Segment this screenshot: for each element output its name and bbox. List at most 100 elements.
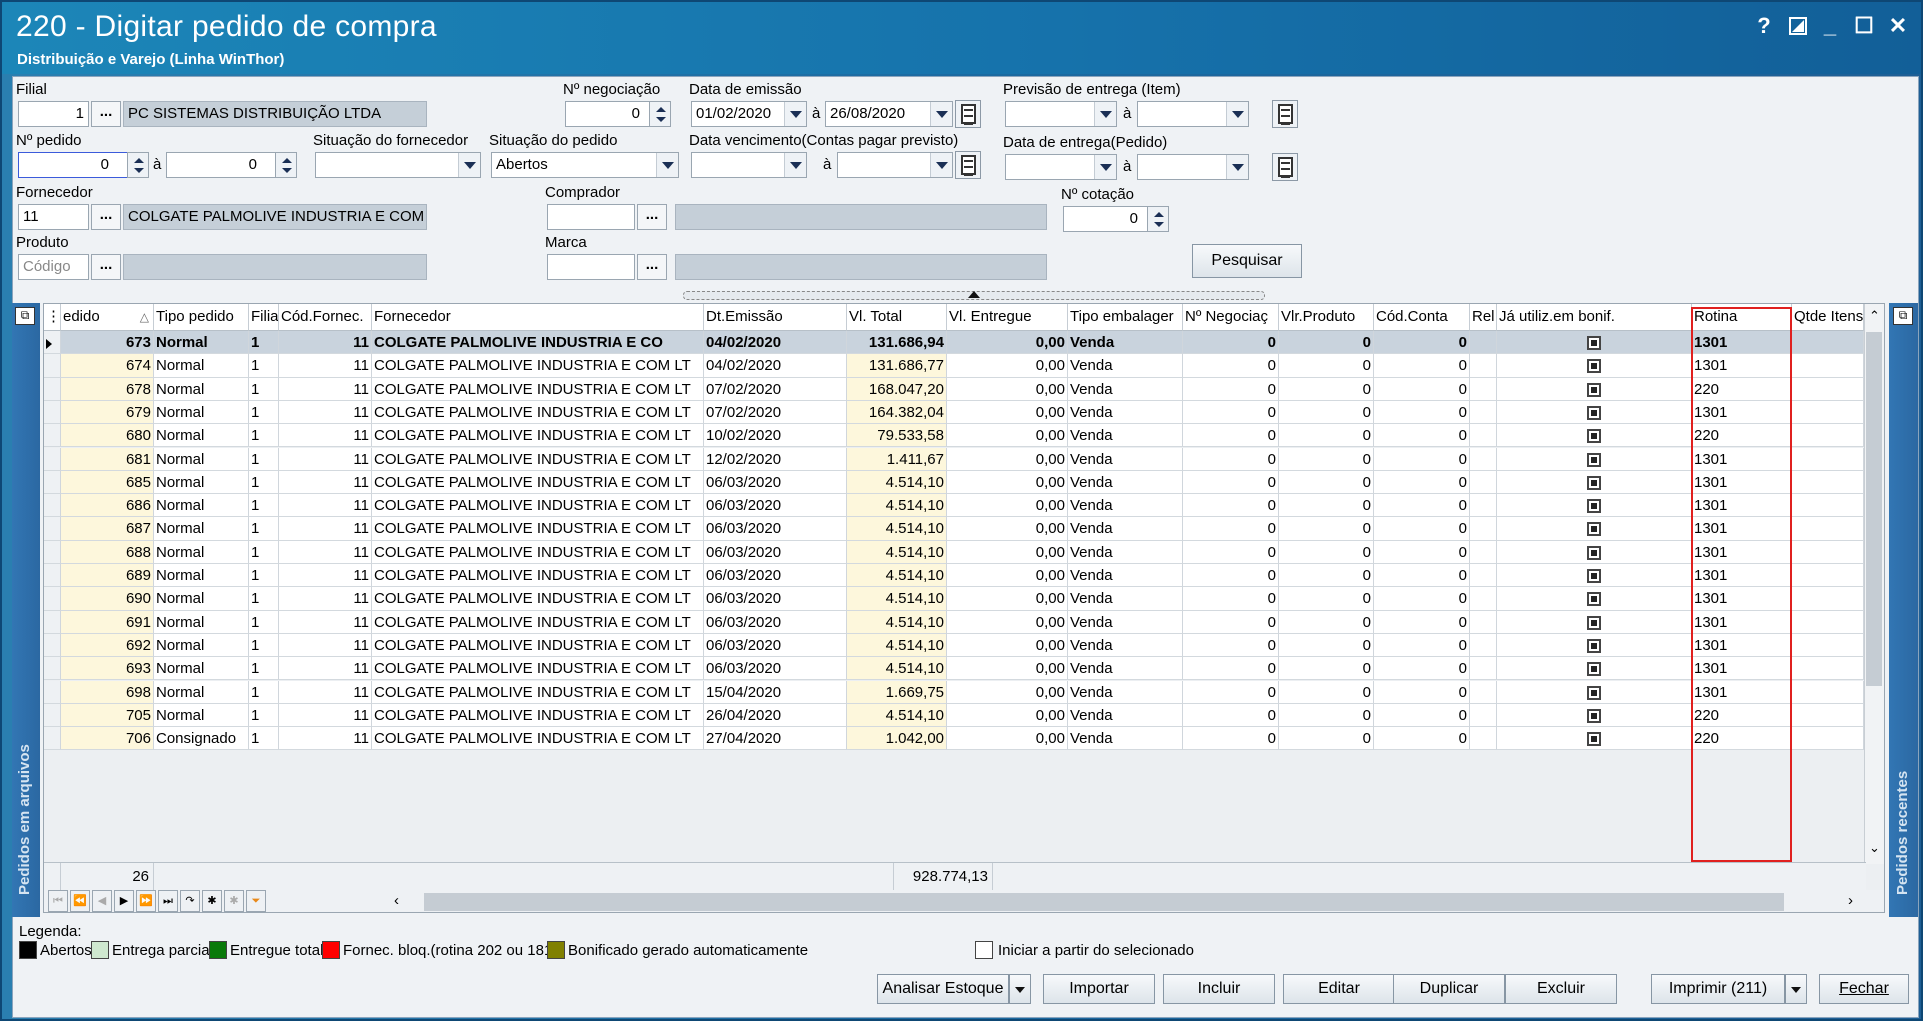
cell-vl-total[interactable]: 4.514,10 xyxy=(847,587,947,611)
cell-pedido[interactable]: 705 xyxy=(61,703,154,728)
cell-pedido[interactable]: 690 xyxy=(61,587,154,611)
bonif-checkbox[interactable] xyxy=(1587,452,1601,467)
cell-vl-total[interactable]: 4.514,10 xyxy=(847,540,947,564)
cell-negociacao[interactable]: 0 xyxy=(1183,447,1279,471)
cell-vl-total[interactable]: 4.514,10 xyxy=(847,564,947,588)
cell-tipo-pedido[interactable]: Normal xyxy=(154,400,249,425)
cell-cod-fornec[interactable]: 11 xyxy=(279,610,372,634)
last-record-button[interactable]: ⏭ xyxy=(158,890,178,912)
cell-dt-emissao[interactable]: 06/03/2020 xyxy=(704,564,847,588)
cell-qtde-itens[interactable] xyxy=(1792,540,1864,564)
cell-vl-entregue[interactable]: 0,00 xyxy=(947,587,1068,611)
cell-dt-emissao[interactable]: 07/02/2020 xyxy=(704,377,847,401)
cell-rel[interactable] xyxy=(1470,727,1497,751)
cell-tipo-pedido[interactable]: Normal xyxy=(154,354,249,378)
right-side-panel[interactable]: ⧉ Pedidos recentes xyxy=(1889,303,1918,917)
marca-lookup-button[interactable]: ... xyxy=(637,254,667,280)
cell-rel[interactable] xyxy=(1470,540,1497,564)
cell-filial[interactable]: 1 xyxy=(249,610,279,634)
cell-vl-total[interactable]: 79.533,58 xyxy=(847,424,947,448)
cell-vl-total[interactable]: 164.382,04 xyxy=(847,400,947,425)
header-col-negociacao[interactable]: Nº Negociaç xyxy=(1183,304,1279,331)
cell-rotina[interactable]: 1301 xyxy=(1692,470,1792,495)
header-col-tipo-embalagem[interactable]: Tipo embalager xyxy=(1068,304,1183,331)
cell-ja-utiliz-bonif[interactable] xyxy=(1497,424,1692,448)
cell-ja-utiliz-bonif[interactable] xyxy=(1497,703,1692,728)
cell-qtde-itens[interactable] xyxy=(1792,703,1864,728)
cell-filial[interactable]: 1 xyxy=(249,424,279,448)
cell-vl-entregue[interactable]: 0,00 xyxy=(947,564,1068,588)
cell-tipo-embalagem[interactable]: Venda xyxy=(1068,447,1183,471)
cell-cod-fornec[interactable]: 11 xyxy=(279,517,372,541)
row-indicator[interactable] xyxy=(44,400,61,425)
row-indicator[interactable] xyxy=(44,447,61,471)
row-indicator[interactable] xyxy=(44,470,61,495)
cell-vl-entregue[interactable]: 0,00 xyxy=(947,727,1068,751)
cell-dt-emissao[interactable]: 06/03/2020 xyxy=(704,540,847,564)
cell-rel[interactable] xyxy=(1470,587,1497,611)
cell-fornecedor[interactable]: COLGATE PALMOLIVE INDUSTRIA E COM LT xyxy=(372,633,704,658)
cell-rel[interactable] xyxy=(1470,703,1497,728)
cell-ja-utiliz-bonif[interactable] xyxy=(1497,400,1692,425)
cell-vl-total[interactable]: 4.514,10 xyxy=(847,470,947,495)
cell-filial[interactable]: 1 xyxy=(249,657,279,681)
cell-pedido[interactable]: 692 xyxy=(61,633,154,658)
cell-ja-utiliz-bonif[interactable] xyxy=(1497,633,1692,658)
next-page-button[interactable]: ⏩ xyxy=(136,890,156,912)
minimize-button[interactable]: _ xyxy=(1816,12,1844,40)
cell-dt-emissao[interactable]: 26/04/2020 xyxy=(704,703,847,728)
cell-tipo-pedido[interactable]: Normal xyxy=(154,680,249,704)
pedidos-arquivos-tab[interactable]: Pedidos em arquivos xyxy=(16,744,33,895)
cell-negociacao[interactable]: 0 xyxy=(1183,727,1279,751)
cell-vl-total[interactable]: 4.514,10 xyxy=(847,610,947,634)
cell-ja-utiliz-bonif[interactable] xyxy=(1497,447,1692,471)
cell-fornecedor[interactable]: COLGATE PALMOLIVE INDUSTRIA E CO xyxy=(372,331,704,355)
cell-cod-conta[interactable]: 0 xyxy=(1374,564,1470,588)
calendar-icon[interactable] xyxy=(955,100,981,128)
cell-filial[interactable]: 1 xyxy=(249,494,279,518)
cell-fornecedor[interactable]: COLGATE PALMOLIVE INDUSTRIA E COM LT xyxy=(372,727,704,751)
cell-filial[interactable]: 1 xyxy=(249,564,279,588)
scroll-thumb[interactable] xyxy=(1866,332,1882,686)
imprimir-button[interactable]: Imprimir (211) xyxy=(1651,974,1785,1004)
cell-pedido[interactable]: 687 xyxy=(61,517,154,541)
cell-qtde-itens[interactable] xyxy=(1792,447,1864,471)
cell-rotina[interactable]: 1301 xyxy=(1692,657,1792,681)
cell-tipo-pedido[interactable]: Normal xyxy=(154,424,249,448)
pin-icon[interactable]: ⧉ xyxy=(15,307,35,325)
cell-negociacao[interactable]: 0 xyxy=(1183,517,1279,541)
cell-vlr-produto[interactable]: 0 xyxy=(1279,424,1374,448)
iniciar-checkbox[interactable] xyxy=(975,941,993,959)
pedido-to-input[interactable]: 0 xyxy=(166,152,284,178)
cell-ja-utiliz-bonif[interactable] xyxy=(1497,354,1692,378)
cell-tipo-pedido[interactable]: Normal xyxy=(154,540,249,564)
cell-dt-emissao[interactable]: 07/02/2020 xyxy=(704,400,847,425)
insert-icon[interactable]: ✱ xyxy=(202,890,222,912)
cell-vl-entregue[interactable]: 0,00 xyxy=(947,657,1068,681)
cell-vlr-produto[interactable]: 0 xyxy=(1279,470,1374,495)
fornecedor-code-input[interactable]: 11 xyxy=(18,204,89,230)
cell-vl-entregue[interactable]: 0,00 xyxy=(947,517,1068,541)
cell-tipo-embalagem[interactable]: Venda xyxy=(1068,377,1183,401)
bonif-checkbox[interactable] xyxy=(1587,359,1601,374)
cell-vl-total[interactable]: 1.411,67 xyxy=(847,447,947,471)
cell-cod-conta[interactable]: 0 xyxy=(1374,727,1470,751)
cell-rel[interactable] xyxy=(1470,494,1497,518)
cell-ja-utiliz-bonif[interactable] xyxy=(1497,331,1692,355)
cell-qtde-itens[interactable] xyxy=(1792,424,1864,448)
cell-qtde-itens[interactable] xyxy=(1792,470,1864,495)
prior-record-button[interactable]: ◀ xyxy=(92,890,112,912)
header-col-vl-total[interactable]: Vl. Total xyxy=(847,304,947,331)
pedido-to-spinner[interactable] xyxy=(275,152,297,178)
header-col-vl-entregue[interactable]: Vl. Entregue xyxy=(947,304,1068,331)
previsao-from-dropdown[interactable] xyxy=(1094,102,1116,126)
situacao-pedido-select[interactable]: Abertos xyxy=(491,152,679,178)
cell-cod-conta[interactable]: 0 xyxy=(1374,424,1470,448)
cell-vl-entregue[interactable]: 0,00 xyxy=(947,354,1068,378)
scroll-right-icon[interactable]: › xyxy=(1848,892,1853,909)
cell-tipo-pedido[interactable]: Normal xyxy=(154,564,249,588)
cell-cod-conta[interactable]: 0 xyxy=(1374,680,1470,704)
cell-vl-total[interactable]: 1.042,00 xyxy=(847,727,947,751)
cell-rotina[interactable]: 1301 xyxy=(1692,447,1792,471)
cell-vlr-produto[interactable]: 0 xyxy=(1279,633,1374,658)
